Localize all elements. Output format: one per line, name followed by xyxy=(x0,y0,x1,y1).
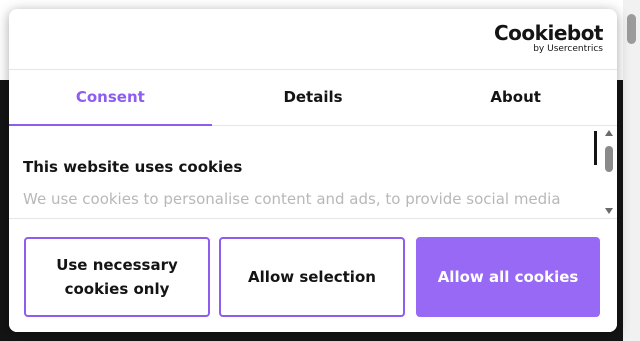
scroll-up-arrow-icon[interactable] xyxy=(605,130,613,136)
consent-heading: This website uses cookies xyxy=(23,158,243,176)
page-scrollbar[interactable] xyxy=(623,0,640,341)
use-necessary-cookies-button[interactable]: Use necessary cookies only xyxy=(24,237,210,317)
allow-all-cookies-button[interactable]: Allow all cookies xyxy=(416,237,600,317)
cookiebot-logo: Cookiebot by Usercentrics xyxy=(494,21,604,55)
cookie-consent-dialog: Cookiebot by Usercentrics Consent Detail… xyxy=(9,9,617,332)
logo-wordmark: Cookiebot xyxy=(494,21,604,45)
consent-description: We use cookies to personalise content an… xyxy=(23,190,561,208)
allow-selection-button[interactable]: Allow selection xyxy=(219,237,405,317)
tab-details[interactable]: Details xyxy=(212,70,415,125)
focus-indicator xyxy=(594,131,597,165)
page-scrollbar-thumb[interactable] xyxy=(627,14,636,44)
dialog-header: Cookiebot by Usercentrics xyxy=(9,9,617,70)
consent-actions: Use necessary cookies only Allow selecti… xyxy=(9,218,617,332)
tab-consent[interactable]: Consent xyxy=(9,70,212,126)
tab-about[interactable]: About xyxy=(414,70,617,125)
content-scrollbar[interactable] xyxy=(603,128,615,216)
scroll-down-arrow-icon[interactable] xyxy=(605,208,613,214)
consent-content: This website uses cookies We use cookies… xyxy=(9,126,617,218)
content-scrollbar-thumb[interactable] xyxy=(605,146,613,172)
tab-bar: Consent Details About xyxy=(9,70,617,126)
